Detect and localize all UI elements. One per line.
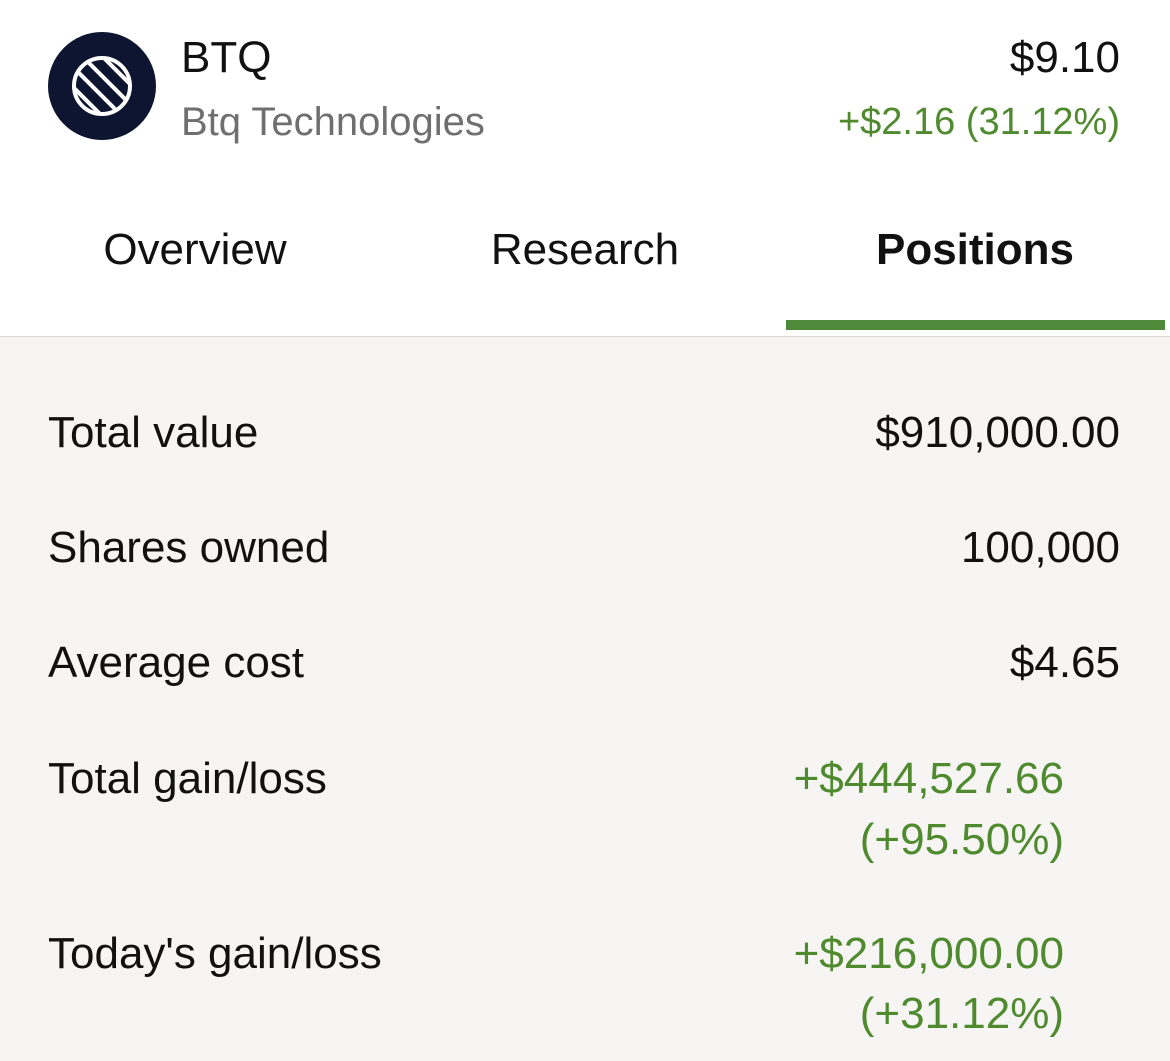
total-gain-loss-amount: +$444,527.66: [793, 754, 1064, 803]
total-value-amount: $910,000.00: [875, 408, 1120, 457]
stock-price: $9.10: [1009, 33, 1120, 82]
average-cost-amount: $4.65: [1009, 638, 1120, 687]
total-gain-loss-label: Total gain/loss: [48, 754, 327, 803]
total-value-label: Total value: [48, 408, 259, 457]
todays-gain-loss-label: Today's gain/loss: [48, 929, 382, 978]
globe-stripes-icon: [72, 56, 132, 116]
shares-owned-label: Shares owned: [48, 523, 330, 572]
todays-gain-loss-amount: +$216,000.00: [793, 929, 1064, 978]
tab-positions[interactable]: Positions: [840, 222, 1110, 278]
company-logo: [48, 32, 156, 140]
tab-research[interactable]: Research: [455, 222, 715, 278]
active-tab-indicator: [786, 320, 1165, 330]
tab-overview[interactable]: Overview: [60, 222, 330, 278]
company-name: Btq Technologies: [181, 100, 485, 144]
shares-owned-amount: 100,000: [960, 523, 1120, 572]
header-panel: BTQ Btq Technologies $9.10 +$2.16 (31.12…: [0, 0, 1170, 337]
price-change: +$2.16 (31.12%): [837, 101, 1120, 143]
todays-gain-loss-percent: (+31.12%): [859, 989, 1064, 1038]
total-gain-loss-percent: (+95.50%): [859, 815, 1064, 864]
ticker-symbol: BTQ: [181, 33, 272, 82]
average-cost-label: Average cost: [48, 638, 305, 687]
